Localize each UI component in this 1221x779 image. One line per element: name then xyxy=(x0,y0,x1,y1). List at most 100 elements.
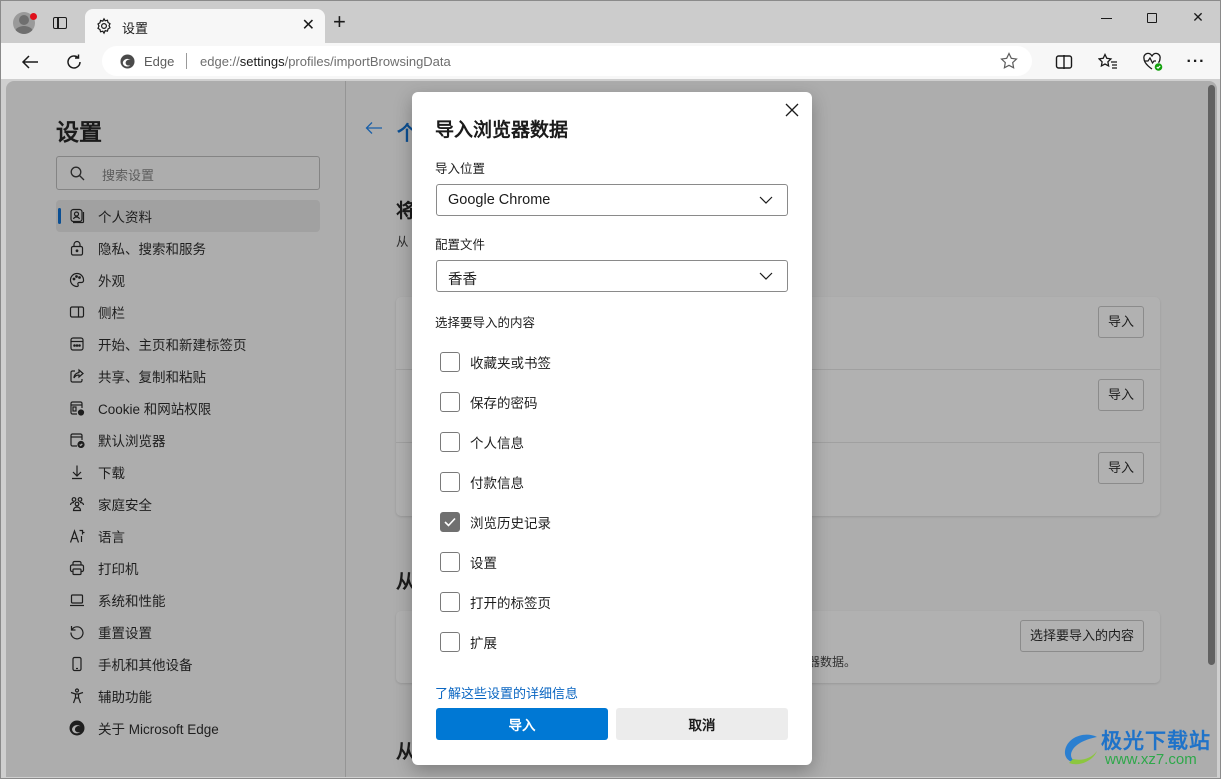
profile-value: 香香 xyxy=(448,272,477,288)
sidebar-item-privacy[interactable]: 隐私、搜索和服务 xyxy=(56,232,320,264)
import-option-row[interactable]: 保存的密码 xyxy=(440,382,551,422)
address-separator xyxy=(186,53,187,69)
sidebar-item-share-copy-paste[interactable]: 共享、复制和粘贴 xyxy=(56,360,320,392)
sidebar-item-default-browser[interactable]: 默认浏览器 xyxy=(56,424,320,456)
browser-window: 设置 ✕ + ✕ Edge edge://settings/profiles/i… xyxy=(0,0,1221,779)
import-source-label: 导入位置 xyxy=(435,162,486,176)
back-button[interactable] xyxy=(16,48,44,76)
cancel-button[interactable]: 取消 xyxy=(616,708,788,740)
import-browser-data-dialog: 导入浏览器数据 导入位置 Google Chrome 配置文件 香香 选择要导入… xyxy=(412,92,812,765)
import-option-row[interactable]: 个人信息 xyxy=(440,422,551,462)
import-button[interactable]: 导入 xyxy=(1097,452,1144,484)
tab-title: 设置 xyxy=(122,21,149,36)
sidebar-item-downloads[interactable]: 下载 xyxy=(56,456,320,488)
address-bar[interactable]: Edge edge://settings/profiles/importBrow… xyxy=(102,46,1032,76)
import-button[interactable]: 导入 xyxy=(1097,379,1144,411)
back-arrow-icon xyxy=(21,55,38,69)
import-button[interactable]: 导入 xyxy=(1097,306,1144,338)
import-options-list: 收藏夹或书签 保存的密码个人信息付款信息浏览历史记录设置打开的标签页 扩展 xyxy=(440,342,551,662)
import-source-select[interactable]: Google Chrome xyxy=(436,184,788,216)
close-tab-icon[interactable]: ✕ xyxy=(302,15,315,35)
sidebar-item-languages[interactable]: 语言 xyxy=(56,520,320,552)
minimize-button[interactable] xyxy=(1083,7,1129,31)
import-option-label: 扩展 xyxy=(470,636,497,651)
import-option-checkbox[interactable] xyxy=(440,632,460,652)
sidebar-item-accessibility[interactable]: 辅助功能 xyxy=(56,680,320,712)
split-screen-button[interactable] xyxy=(1050,48,1078,76)
import-option-checkbox[interactable] xyxy=(440,432,460,452)
back-arrow-icon[interactable] xyxy=(365,121,383,135)
import-option-row[interactable]: 打开的标签页 xyxy=(440,582,551,622)
split-screen-icon xyxy=(1055,55,1073,69)
choose-import-content-button[interactable]: 选择要导入的内容 xyxy=(1019,620,1144,652)
import-option-checkbox[interactable] xyxy=(440,592,460,612)
url-text[interactable]: edge://settings/profiles/importBrowsingD… xyxy=(200,54,451,69)
home-page-icon xyxy=(69,336,85,352)
search-settings-input[interactable]: 搜索设置 xyxy=(56,156,320,190)
import-option-row[interactable]: 扩展 xyxy=(440,622,551,662)
edge-logo-icon xyxy=(69,720,85,736)
import-option-label: 浏览历史记录 xyxy=(470,516,551,531)
sidebar-item-sidebar[interactable]: 侧栏 xyxy=(56,296,320,328)
import-option-checkbox[interactable] xyxy=(440,392,460,412)
import-option-label: 付款信息 xyxy=(470,476,524,491)
sidebar-item-appearance[interactable]: 外观 xyxy=(56,264,320,296)
gear-icon xyxy=(97,17,111,35)
import-option-checkbox[interactable] xyxy=(440,472,460,492)
import-option-label: 收藏夹或书签 xyxy=(470,356,551,371)
edge-logo-icon xyxy=(120,54,135,69)
heart-pulse-icon xyxy=(1143,52,1163,71)
sidebar-item-about-edge[interactable]: 关于 Microsoft Edge xyxy=(56,712,320,744)
watermark-url: www.xz7.com xyxy=(1105,751,1197,768)
sidebar-item-start-home-newtab[interactable]: 开始、主页和新建标签页 xyxy=(56,328,320,360)
sidebar-item-cookies-permissions[interactable]: Cookie 和网站权限 xyxy=(56,392,320,424)
choose-content-label: 选择要导入的内容 xyxy=(435,316,536,330)
search-icon xyxy=(70,166,85,181)
section-subtext: 从 xyxy=(396,235,409,249)
printer-icon xyxy=(69,560,85,576)
accessibility-icon xyxy=(69,688,85,704)
sidebar-item-family-safety[interactable]: 家庭安全 xyxy=(56,488,320,520)
import-option-label: 保存的密码 xyxy=(470,396,538,411)
tab-actions-icon[interactable] xyxy=(53,17,67,29)
sidebar-item-phone-devices[interactable]: 手机和其他设备 xyxy=(56,648,320,680)
more-menu-button[interactable]: ··· xyxy=(1182,48,1210,76)
import-option-row[interactable]: 收藏夹或书签 xyxy=(440,342,551,382)
import-option-label: 打开的标签页 xyxy=(470,596,551,611)
new-tab-button[interactable]: + xyxy=(333,11,346,33)
search-placeholder: 搜索设置 xyxy=(102,168,155,183)
import-confirm-button[interactable]: 导入 xyxy=(436,708,608,740)
maximize-button[interactable] xyxy=(1129,7,1175,31)
family-icon xyxy=(69,496,85,512)
import-option-row[interactable]: 设置 xyxy=(440,542,551,582)
sidebar-item-reset-settings[interactable]: 重置设置 xyxy=(56,616,320,648)
profile-select[interactable]: 香香 xyxy=(436,260,788,292)
share-icon xyxy=(69,368,85,384)
laptop-icon xyxy=(69,592,85,608)
browser-essentials-button[interactable] xyxy=(1139,48,1167,76)
import-source-value: Google Chrome xyxy=(448,192,551,208)
default-browser-icon xyxy=(69,432,85,448)
favorite-star-icon[interactable] xyxy=(1000,52,1018,70)
import-option-row[interactable]: 浏览历史记录 xyxy=(440,502,551,542)
checkmark-icon xyxy=(444,517,456,527)
lock-icon xyxy=(69,240,85,256)
profile-label: 配置文件 xyxy=(435,238,486,252)
sidebar-item-system-performance[interactable]: 系统和性能 xyxy=(56,584,320,616)
learn-more-link[interactable]: 了解这些设置的详细信息 xyxy=(435,683,578,702)
favorites-list-icon xyxy=(1098,53,1117,69)
close-dialog-icon[interactable] xyxy=(784,102,800,118)
refresh-button[interactable] xyxy=(60,48,88,76)
import-option-row[interactable]: 付款信息 xyxy=(440,462,551,502)
refresh-icon xyxy=(67,54,81,69)
sidebar-item-printers[interactable]: 打印机 xyxy=(56,552,320,584)
import-option-checkbox[interactable] xyxy=(440,512,460,532)
import-option-checkbox[interactable] xyxy=(440,352,460,372)
close-window-button[interactable]: ✕ xyxy=(1175,7,1220,31)
import-option-checkbox[interactable] xyxy=(440,552,460,572)
sidebar-item-profiles[interactable]: 个人资料 xyxy=(56,200,320,232)
favorites-button[interactable] xyxy=(1094,48,1122,76)
watermark: 极光下载站 www.xz7.com xyxy=(1061,725,1211,771)
tab-settings[interactable]: 设置 ✕ xyxy=(85,9,325,43)
page-scrollbar[interactable] xyxy=(1208,85,1215,665)
